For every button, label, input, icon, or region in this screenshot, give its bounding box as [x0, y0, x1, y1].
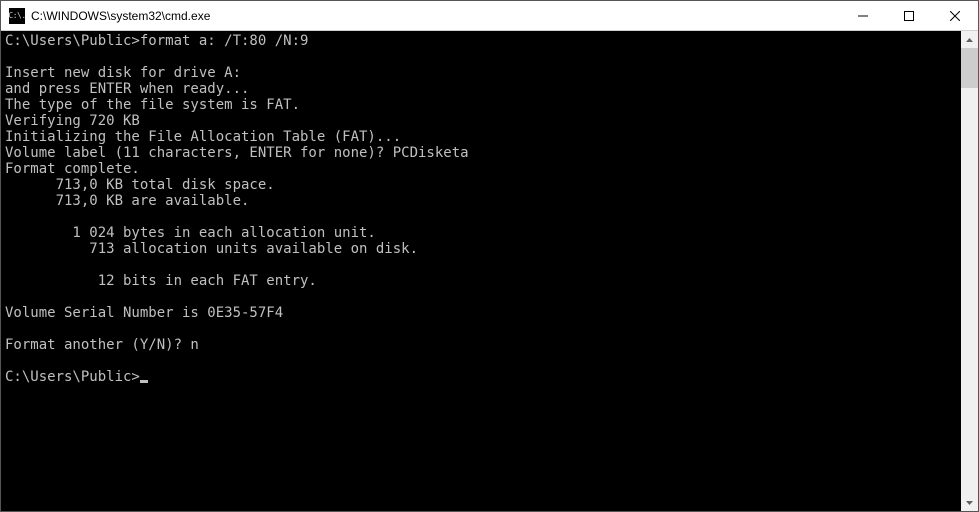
console-line [5, 321, 957, 337]
console-line: 1 024 bytes in each allocation unit. [5, 225, 957, 241]
titlebar[interactable]: C:\. C:\WINDOWS\system32\cmd.exe [1, 1, 978, 31]
console-line: Volume label (11 characters, ENTER for n… [5, 145, 957, 161]
prompt: C:\Users\Public> [5, 33, 140, 49]
console-line: Volume Serial Number is 0E35-57F4 [5, 305, 957, 321]
console-line: Format complete. [5, 161, 957, 177]
command-text: format a: /T:80 /N:9 [140, 33, 309, 49]
scroll-track[interactable] [961, 48, 978, 494]
console-line: 713,0 KB are available. [5, 193, 957, 209]
console-line: 713 allocation units available on disk. [5, 241, 957, 257]
console-line: C:\Users\Public>format a: /T:80 /N:9 [5, 33, 957, 49]
scroll-down-arrow-icon[interactable] [961, 494, 978, 511]
console-line [5, 209, 957, 225]
console-output[interactable]: C:\Users\Public>format a: /T:80 /N:9 Ins… [1, 31, 961, 511]
console-line: and press ENTER when ready... [5, 81, 957, 97]
console-line: Verifying 720 KB [5, 113, 957, 129]
console-line: Insert new disk for drive A: [5, 65, 957, 81]
console-line: 12 bits in each FAT entry. [5, 273, 957, 289]
console-line [5, 257, 957, 273]
vertical-scrollbar[interactable] [961, 31, 978, 511]
window-controls [840, 1, 978, 30]
console-line [5, 289, 957, 305]
scroll-up-arrow-icon[interactable] [961, 31, 978, 48]
console-line: C:\Users\Public> [5, 369, 957, 385]
console-line [5, 353, 957, 369]
console-line: The type of the file system is FAT. [5, 97, 957, 113]
cursor [140, 380, 148, 383]
console-area: C:\Users\Public>format a: /T:80 /N:9 Ins… [1, 31, 978, 511]
cmd-icon: C:\. [9, 8, 25, 24]
window-title: C:\WINDOWS\system32\cmd.exe [31, 9, 210, 23]
prompt: C:\Users\Public> [5, 369, 140, 385]
close-button[interactable] [932, 1, 978, 30]
console-line: Initializing the File Allocation Table (… [5, 129, 957, 145]
console-line: 713,0 KB total disk space. [5, 177, 957, 193]
maximize-button[interactable] [886, 1, 932, 30]
console-line [5, 49, 957, 65]
minimize-button[interactable] [840, 1, 886, 30]
scroll-thumb[interactable] [961, 48, 978, 88]
console-line: Format another (Y/N)? n [5, 337, 957, 353]
